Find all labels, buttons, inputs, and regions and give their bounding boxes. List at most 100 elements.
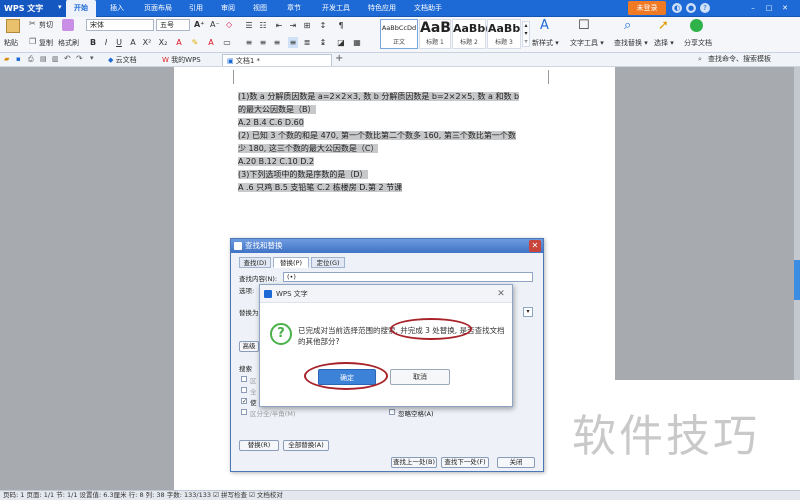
open-folder-icon[interactable]: ▰ — [4, 55, 9, 63]
tab-goto[interactable]: 定位(G) — [311, 257, 345, 268]
undo-icon[interactable]: ↶ — [64, 54, 71, 63]
tab-references[interactable]: 引用 — [184, 0, 208, 17]
superscript-icon[interactable]: X² — [142, 37, 152, 48]
tab-document1[interactable]: ▣ 文档1 * — [222, 54, 332, 66]
subscript-icon[interactable]: X₂ — [158, 37, 168, 48]
format-painter-button[interactable]: 格式刷 — [58, 38, 79, 48]
cursor-select-icon[interactable]: ➚ — [658, 18, 669, 33]
scrollbar-thumb[interactable] — [794, 260, 800, 300]
chevron-down-icon[interactable]: ▾ — [523, 307, 533, 317]
shrink-font-icon[interactable]: A⁻ — [210, 20, 220, 29]
shading-icon[interactable]: ◪ — [336, 37, 346, 48]
style-heading-3[interactable]: AaBb 标题 3 — [487, 19, 521, 49]
style-heading-1[interactable]: AaB 标题 1 — [419, 19, 451, 49]
find-next-button[interactable]: 查找下一处(F) — [441, 457, 489, 468]
tab-chapter[interactable]: 章节 — [282, 0, 306, 17]
font-color-a-icon[interactable]: A — [174, 37, 184, 48]
italic-icon[interactable]: I — [101, 37, 111, 48]
login-button[interactable]: 未登录 — [628, 1, 666, 15]
cut-button[interactable]: 剪切 — [39, 20, 53, 30]
checkbox-checked[interactable]: ✓ — [241, 398, 247, 405]
dialog-close-text-button[interactable]: 关闭 — [497, 457, 535, 468]
redo-icon[interactable]: ↷ — [76, 54, 83, 63]
tab-developer[interactable]: 开发工具 — [316, 0, 356, 17]
copy-button[interactable]: 复制 — [39, 38, 53, 48]
tab-home[interactable]: 开始 — [66, 0, 96, 17]
char-border-icon[interactable]: ▭ — [222, 37, 232, 48]
highlight-icon[interactable]: ✎ — [190, 37, 200, 48]
paste-icon[interactable] — [6, 19, 20, 33]
distributed-icon[interactable]: ≣ — [302, 37, 312, 48]
text-tools-icon[interactable]: ☐ — [578, 18, 590, 33]
align-left-icon[interactable]: ≡ — [244, 37, 254, 48]
save-icon[interactable]: ▪ — [16, 55, 21, 63]
tab-view[interactable]: 视图 — [248, 0, 272, 17]
numbered-list-icon[interactable]: ☷ — [258, 20, 268, 31]
vertical-scrollbar[interactable] — [794, 67, 800, 380]
align-right-icon[interactable]: ≡ — [272, 37, 282, 48]
feedback-icon[interactable]: ● — [686, 3, 696, 13]
document-text[interactable]: (1)数 a 分解质因数是 a=2×2×3, 数 b 分解质因数是 b=2×2×… — [238, 90, 550, 194]
help-icon[interactable]: ? — [700, 3, 710, 13]
new-style-icon[interactable]: A — [540, 18, 549, 33]
print-icon[interactable]: ⎙ — [28, 55, 34, 64]
new-tab-icon[interactable]: + — [335, 53, 343, 64]
chevron-down-icon[interactable]: ▾ — [58, 3, 62, 11]
borders-icon[interactable]: ▦ — [352, 37, 362, 48]
line-spacing-icon[interactable]: ↨ — [318, 37, 328, 48]
replace-button[interactable]: 替换(R) — [239, 440, 279, 451]
command-search-input[interactable]: 查找命令、搜索模板 — [708, 54, 771, 64]
text-color-icon[interactable]: A — [206, 37, 216, 48]
format-painter-icon[interactable] — [62, 19, 74, 31]
advanced-button[interactable]: 高级 — [239, 341, 259, 352]
tab-my-wps[interactable]: W 我的WPS — [158, 54, 205, 66]
dialog-close-button[interactable]: ✕ — [529, 240, 541, 252]
checkbox[interactable] — [241, 387, 247, 393]
increase-indent-icon[interactable]: ⇥ — [288, 20, 298, 31]
tab-insert[interactable]: 插入 — [104, 0, 130, 17]
underline-icon[interactable]: U — [114, 37, 124, 48]
font-name-select[interactable]: 宋体 — [86, 19, 154, 31]
decrease-indent-icon[interactable]: ⇤ — [274, 20, 284, 31]
print-preview-icon[interactable]: ▤ — [40, 55, 47, 63]
abc-strike-icon[interactable]: A — [128, 37, 138, 48]
copy-icon[interactable]: ❐ — [29, 37, 36, 46]
tab-cloud-docs[interactable]: ◆ 云文档 — [104, 54, 141, 66]
app-menu-button[interactable]: WPS 文字 — [0, 0, 66, 17]
close-icon[interactable]: ✕ — [780, 3, 790, 13]
bold-icon[interactable]: B — [88, 37, 98, 48]
find-input[interactable]: (•) — [283, 272, 533, 282]
share-icon[interactable] — [690, 19, 703, 32]
clear-format-icon[interactable]: ◇ — [226, 20, 232, 29]
tab-page-layout[interactable]: 页面布局 — [138, 0, 178, 17]
text-tools-button[interactable]: 文字工具 ▾ — [570, 38, 604, 48]
scissors-icon[interactable]: ✂ — [29, 19, 36, 28]
tab-doc-assistant[interactable]: 文档助手 — [408, 0, 448, 17]
minimize-icon[interactable]: – — [748, 3, 758, 13]
export-icon[interactable]: ▥ — [52, 55, 59, 63]
paste-button[interactable]: 粘贴 — [4, 38, 18, 48]
show-marks-icon[interactable]: ¶ — [336, 20, 346, 31]
font-size-select[interactable]: 五号 — [156, 19, 190, 31]
replace-all-button[interactable]: 全部替换(A) — [283, 440, 329, 451]
maximize-icon[interactable]: □ — [764, 3, 774, 13]
style-normal[interactable]: AaBbCcDd 正文 — [380, 19, 418, 49]
new-style-button[interactable]: 新样式 ▾ — [532, 38, 559, 48]
chinese-layout-icon[interactable]: ⊞ — [302, 20, 312, 31]
checkbox[interactable] — [241, 409, 247, 415]
chevron-down-icon[interactable]: ▾ — [90, 54, 94, 62]
share-doc-button[interactable]: 分享文档 — [684, 38, 712, 48]
search-icon[interactable]: ⌕ — [624, 18, 631, 33]
tab-special[interactable]: 特色应用 — [362, 0, 402, 17]
command-search-icon[interactable]: ⌕ — [698, 55, 702, 64]
ignore-space-checkbox[interactable] — [389, 409, 395, 415]
close-icon[interactable]: ✕ — [494, 287, 508, 301]
find-previous-button[interactable]: 查找上一处(B) — [391, 457, 437, 468]
grow-font-icon[interactable]: A⁺ — [194, 20, 204, 29]
align-center-icon[interactable]: ≡ — [258, 37, 268, 48]
justify-icon[interactable]: ≡ — [288, 37, 298, 48]
find-replace-button[interactable]: 查找替换 ▾ — [614, 38, 648, 48]
styles-scroll[interactable]: ▴ ▾ ▿ — [522, 21, 530, 47]
tab-review[interactable]: 审阅 — [216, 0, 240, 17]
select-button[interactable]: 选择 ▾ — [654, 38, 674, 48]
